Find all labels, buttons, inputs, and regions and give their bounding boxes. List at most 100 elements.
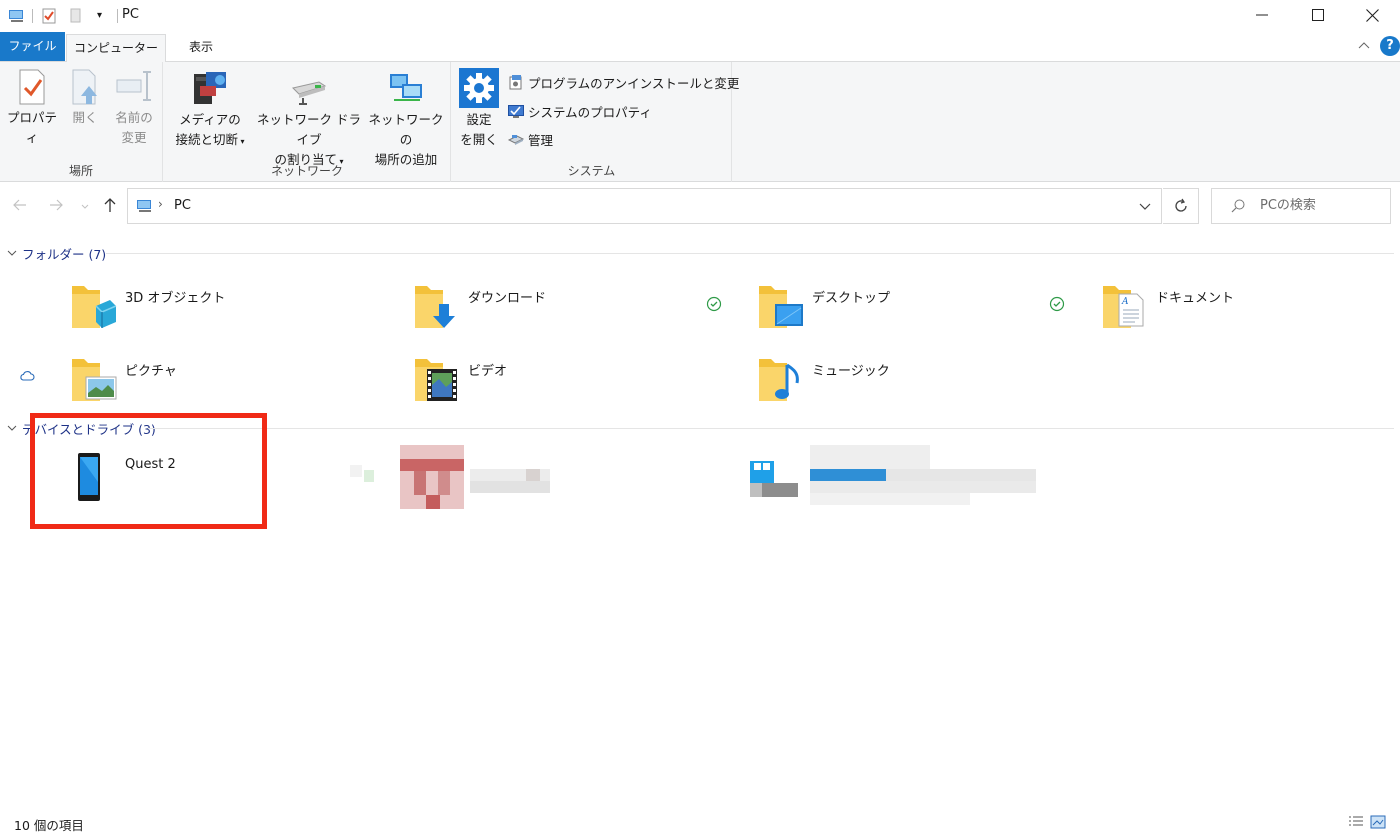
title-bar: ▾ PC	[0, 0, 1400, 32]
system-properties-button[interactable]: システムのプロパティ	[507, 100, 652, 122]
breadcrumb-pc[interactable]: PC	[174, 198, 191, 213]
desktop-folder-icon	[759, 286, 803, 328]
computer-management-icon	[507, 135, 525, 145]
help-button[interactable]: ?	[1380, 36, 1400, 56]
videos-folder-icon	[415, 359, 457, 401]
chevron-down-icon	[7, 250, 17, 256]
settings-label-line1: 設定	[466, 112, 492, 127]
back-button[interactable]	[10, 197, 30, 217]
search-input[interactable]	[1260, 198, 1380, 213]
forward-button[interactable]	[46, 197, 66, 217]
pc-icon	[136, 199, 154, 213]
group-label-network: ネットワーク	[270, 164, 343, 178]
address-dropdown-button[interactable]	[1139, 200, 1153, 212]
media-server-icon	[194, 72, 226, 104]
large-icons-view-icon	[1370, 815, 1386, 829]
map-drive-label-line1: ネットワーク ドライブ	[257, 112, 361, 147]
network-location-icon	[390, 74, 422, 101]
map-network-drive-button[interactable]: ネットワーク ドライブ の割り当て ▾	[252, 68, 366, 172]
pictures-folder-icon	[72, 359, 117, 401]
svg-text:A: A	[1121, 297, 1129, 307]
maximize-icon	[1312, 9, 1324, 21]
new-folder-quick-icon[interactable]	[69, 8, 83, 24]
add-network-location-button[interactable]: ネットワークの 場所の追加	[366, 68, 446, 170]
folder-downloads[interactable]: ダウンロード	[343, 282, 643, 348]
group-label-location: 場所	[68, 164, 93, 178]
folders-section-header[interactable]: フォルダー (7)	[6, 243, 1394, 263]
media-connect-button[interactable]: メディアの 接続と切断 ▾	[170, 68, 250, 152]
folder-3d-objects[interactable]: 3D オブジェクト	[0, 282, 300, 348]
large-icons-view-button[interactable]	[1370, 814, 1386, 830]
recent-locations-button[interactable]	[78, 197, 92, 217]
properties-icon	[19, 69, 45, 105]
address-bar[interactable]: › PC	[127, 188, 1162, 224]
properties-button[interactable]: プロパティ	[4, 68, 60, 148]
manage-label: 管理	[528, 132, 554, 148]
folder-name: 3D オブジェクト	[125, 291, 226, 306]
rename-label-line1: 名前の	[115, 110, 153, 125]
open-icon	[72, 69, 97, 105]
item-count: 10 個の項目	[14, 818, 84, 833]
folder-name: ミュージック	[812, 364, 890, 379]
folders-header-label: フォルダー (7)	[22, 246, 107, 262]
folder-pictures[interactable]: ピクチャ	[0, 355, 300, 421]
status-bar: 10 個の項目	[0, 810, 1400, 837]
group-label-system: システム	[567, 164, 616, 178]
up-arrow-icon	[104, 198, 116, 212]
documents-folder-icon: A	[1103, 286, 1144, 328]
section-divider	[106, 253, 1394, 254]
up-button[interactable]	[100, 197, 120, 217]
section-divider	[148, 428, 1394, 429]
folder-documents[interactable]: A ドキュメント	[1031, 282, 1331, 348]
manage-button[interactable]: 管理	[507, 128, 553, 150]
details-view-button[interactable]	[1348, 814, 1364, 830]
music-folder-icon	[759, 359, 799, 401]
search-box[interactable]	[1211, 188, 1391, 224]
settings-gear-icon	[459, 68, 499, 108]
uninstall-icon	[509, 75, 522, 90]
folder-desktop[interactable]: デスクトップ	[687, 282, 987, 348]
folder-name: ドキュメント	[1156, 291, 1235, 306]
system-properties-label: システムのプロパティ	[528, 104, 652, 120]
chevron-down-icon	[81, 204, 89, 209]
properties-quick-icon[interactable]	[41, 8, 57, 24]
add-location-label-line1: ネットワークの	[368, 112, 444, 147]
forward-arrow-icon	[50, 199, 63, 211]
obscured-drive-item[interactable]	[750, 445, 1040, 509]
tab-file[interactable]: ファイル	[0, 32, 65, 61]
folder-videos[interactable]: ビデオ	[343, 355, 643, 421]
search-icon	[1231, 199, 1245, 213]
folder-name: デスクトップ	[812, 291, 891, 306]
open-settings-button[interactable]: 設定 を開く	[456, 68, 502, 150]
folder-name: ピクチャ	[125, 364, 177, 379]
minimize-icon	[1256, 14, 1268, 16]
navigation-bar: › PC	[0, 183, 1400, 229]
minimize-button[interactable]	[1234, 0, 1290, 30]
obscured-drive-item[interactable]	[350, 445, 560, 509]
uninstall-programs-button[interactable]: プログラムのアンインストールと変更	[507, 71, 739, 93]
maximize-button[interactable]	[1290, 0, 1346, 30]
view-toggle	[1348, 814, 1386, 830]
3d-objects-folder-icon	[72, 286, 117, 328]
system-properties-icon	[508, 105, 524, 118]
rename-button[interactable]: 名前の 変更	[108, 68, 160, 148]
chevron-down-icon	[7, 425, 17, 431]
rename-icon	[116, 71, 151, 101]
settings-label-line2: を開く	[460, 132, 498, 147]
folder-name: ビデオ	[468, 364, 508, 379]
highlight-annotation-box	[30, 413, 267, 529]
tab-view[interactable]: 表示	[168, 34, 234, 62]
close-icon	[1365, 8, 1379, 22]
chevron-up-icon	[1358, 42, 1370, 49]
details-view-icon	[1349, 816, 1363, 826]
refresh-button[interactable]	[1163, 188, 1199, 224]
downloads-folder-icon	[415, 286, 455, 328]
tab-computer[interactable]: コンピューター	[66, 34, 166, 63]
close-button[interactable]	[1344, 0, 1400, 30]
ribbon-group-location: プロパティ 開く 名前の 変更 場所	[0, 62, 163, 182]
folder-music[interactable]: ミュージック	[687, 355, 987, 421]
collapse-ribbon-button[interactable]	[1356, 38, 1372, 54]
uninstall-label: プログラムのアンインストールと変更	[528, 75, 740, 91]
customize-quick-access-icon[interactable]: ▾	[97, 10, 109, 22]
open-button[interactable]: 開く	[64, 68, 106, 128]
